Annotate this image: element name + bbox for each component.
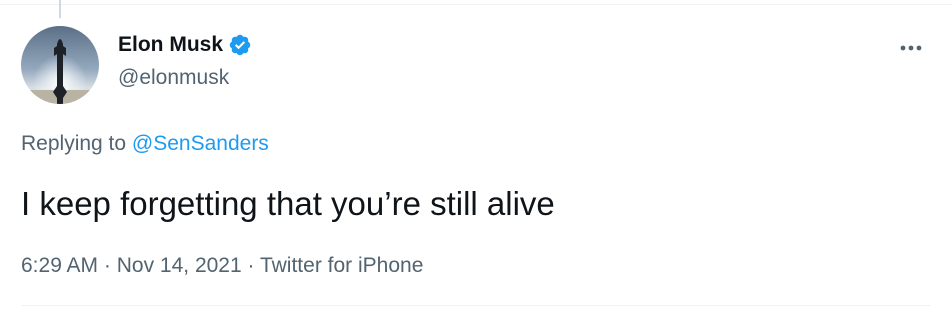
meta-separator: · [98, 254, 117, 277]
avatar[interactable] [21, 26, 99, 104]
tweet-source[interactable]: Twitter for iPhone [260, 254, 423, 277]
tweet-text: I keep forgetting that you’re still aliv… [21, 185, 555, 222]
meta-separator: · [241, 254, 260, 277]
replying-to-label: Replying to [21, 132, 132, 155]
top-divider [0, 4, 952, 5]
thread-connector-line [59, 0, 61, 18]
replying-to-line: Replying to @SenSanders [21, 130, 269, 158]
author-handle[interactable]: @elonmusk [118, 65, 229, 91]
tweet-card: Elon Musk @elonmusk Replying to @SenSand… [0, 0, 952, 310]
tweet-metadata: 6:29 AM · Nov 14, 2021 · Twitter for iPh… [21, 252, 423, 280]
author-display-name[interactable]: Elon Musk [118, 32, 223, 58]
author-name-row[interactable]: Elon Musk [118, 32, 252, 58]
tweet-date[interactable]: Nov 14, 2021 [117, 254, 242, 277]
more-options-icon[interactable] [896, 36, 926, 60]
bottom-divider [21, 305, 931, 306]
tweet-time[interactable]: 6:29 AM [21, 254, 98, 277]
reply-mention-link[interactable]: @SenSanders [132, 132, 269, 155]
verified-badge-icon [228, 33, 252, 57]
